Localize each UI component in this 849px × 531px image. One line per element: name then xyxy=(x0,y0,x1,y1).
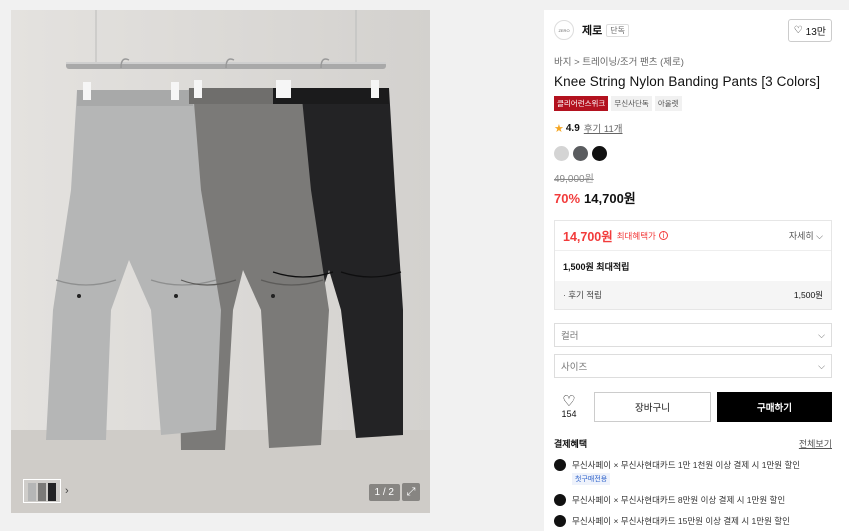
benefit-detail-toggle[interactable]: 자세히 ⌵ xyxy=(789,229,823,242)
product-photo xyxy=(11,10,430,513)
chevron-down-icon: ⌵ xyxy=(818,329,825,340)
benefit-header[interactable]: 14,700원 최대혜택가 i 자세히 ⌵ xyxy=(555,221,831,251)
discount-rate: 70% xyxy=(554,191,581,206)
brand-like-count: 13만 xyxy=(805,26,826,38)
size-select-placeholder: 사이즈 xyxy=(561,362,588,373)
badge-clearance: 클리어런스위크 xyxy=(554,96,609,111)
add-to-cart-button[interactable]: 장바구니 xyxy=(594,392,711,422)
expand-icon[interactable]: ⤢ xyxy=(402,483,420,501)
breadcrumb[interactable]: 바지 > 트레이닝/조거 팬츠 (제로) xyxy=(554,54,832,68)
payment-benefit-text: 무신사페이 × 무신사현대카드 8만원 이상 결제 시 1만원 할인 xyxy=(572,495,786,505)
thumbnail-1[interactable] xyxy=(23,479,61,503)
badge-exclusive: 무신사단독 xyxy=(611,96,652,111)
card-icon xyxy=(554,459,566,471)
payment-benefit-header: 결제혜택 전체보기 xyxy=(554,437,832,450)
benefit-box: 14,700원 최대혜택가 i 자세히 ⌵ 1,500원 최대적립 · 후기 적… xyxy=(554,220,832,310)
max-benefit-label: 최대혜택가 xyxy=(616,230,656,241)
first-purchase-tag: 첫구매전용 xyxy=(572,473,611,485)
review-points-row: · 후기 적립 1,500원 xyxy=(555,281,831,309)
max-points: 1,500원 최대적립 xyxy=(563,261,630,272)
color-swatches xyxy=(554,146,832,161)
payment-view-all-link[interactable]: 전체보기 xyxy=(799,437,832,450)
chevron-right-icon[interactable]: › xyxy=(65,485,69,497)
star-icon: ★ xyxy=(554,122,564,135)
price-row: 70% 14,700원 xyxy=(554,188,832,207)
payment-benefit-row: 무신사페이 × 무신사현대카드 1만 1천원 이상 결제 시 1만원 할인 첫구… xyxy=(554,459,832,485)
rating-score: 4.9 xyxy=(565,122,580,134)
payment-benefit-row: 무신사페이 × 무신사현대카드 15만원 이상 결제 시 1만원 할인 xyxy=(554,515,832,527)
product-page: › 1 / 2 ⤢ ZERO 제로 단독 ♡ 13만 바지 > 트레이닝/조거 … xyxy=(0,0,849,531)
color-select[interactable]: 컬러 ⌵ xyxy=(554,323,832,347)
info-icon[interactable]: i xyxy=(658,231,668,240)
brand-row: ZERO 제로 단독 ♡ 13만 xyxy=(554,18,832,42)
swatch-light-grey[interactable] xyxy=(554,146,569,161)
card-icon xyxy=(554,494,566,506)
max-benefit-price: 14,700원 xyxy=(563,230,613,244)
badge-outlet: 아울렛 xyxy=(654,96,682,111)
product-info-panel: ZERO 제로 단독 ♡ 13만 바지 > 트레이닝/조거 팬츠 (제로) Kn… xyxy=(544,10,849,531)
image-counter: 1 / 2 xyxy=(368,484,400,501)
review-points-value: 1,500원 xyxy=(793,290,823,300)
payment-benefit-text: 무신사페이 × 무신사현대카드 1만 1천원 이상 결제 시 1만원 할인 xyxy=(572,460,801,470)
rating-row: ★ 4.9 후기 11개 xyxy=(554,121,832,136)
chevron-down-icon: ⌵ xyxy=(818,360,825,371)
buy-now-button[interactable]: 구매하기 xyxy=(717,392,832,422)
brand-name[interactable]: 제로 xyxy=(582,22,602,38)
color-select-placeholder: 컬러 xyxy=(561,331,579,342)
payment-benefit-heading: 결제혜택 xyxy=(554,439,588,449)
product-image-gallery[interactable]: › 1 / 2 ⤢ xyxy=(11,10,430,513)
swatch-dark-grey[interactable] xyxy=(573,146,588,161)
wishlist-button[interactable]: ♡ 154 xyxy=(554,393,584,419)
wishlist-count: 154 xyxy=(561,409,577,419)
heart-icon: ♡ xyxy=(793,24,803,36)
brand-exclusive-tag: 단독 xyxy=(606,23,629,37)
size-select[interactable]: 사이즈 ⌵ xyxy=(554,354,832,378)
thumbnail-strip[interactable]: › xyxy=(23,479,69,503)
sale-price: 14,700원 xyxy=(584,191,636,206)
card-icon xyxy=(554,515,566,527)
brand-like-button[interactable]: ♡ 13만 xyxy=(787,18,832,42)
review-link[interactable]: 후기 11개 xyxy=(584,121,623,135)
review-points-label: · 후기 적립 xyxy=(563,290,602,300)
heart-icon: ♡ xyxy=(562,393,576,410)
payment-benefit-row: 무신사페이 × 무신사현대카드 8만원 이상 결제 시 1만원 할인 xyxy=(554,494,832,506)
badge-list: 클리어런스위크 무신사단독 아울렛 xyxy=(554,96,832,111)
product-title: Knee String Nylon Banding Pants [3 Color… xyxy=(554,74,821,89)
brand-logo[interactable]: ZERO xyxy=(554,20,574,40)
original-price: 49,000원 xyxy=(554,174,594,185)
action-row: ♡ 154 장바구니 구매하기 xyxy=(554,392,832,422)
payment-benefit-text: 무신사페이 × 무신사현대카드 15만원 이상 결제 시 1만원 할인 xyxy=(572,516,790,526)
swatch-black[interactable] xyxy=(592,146,607,161)
